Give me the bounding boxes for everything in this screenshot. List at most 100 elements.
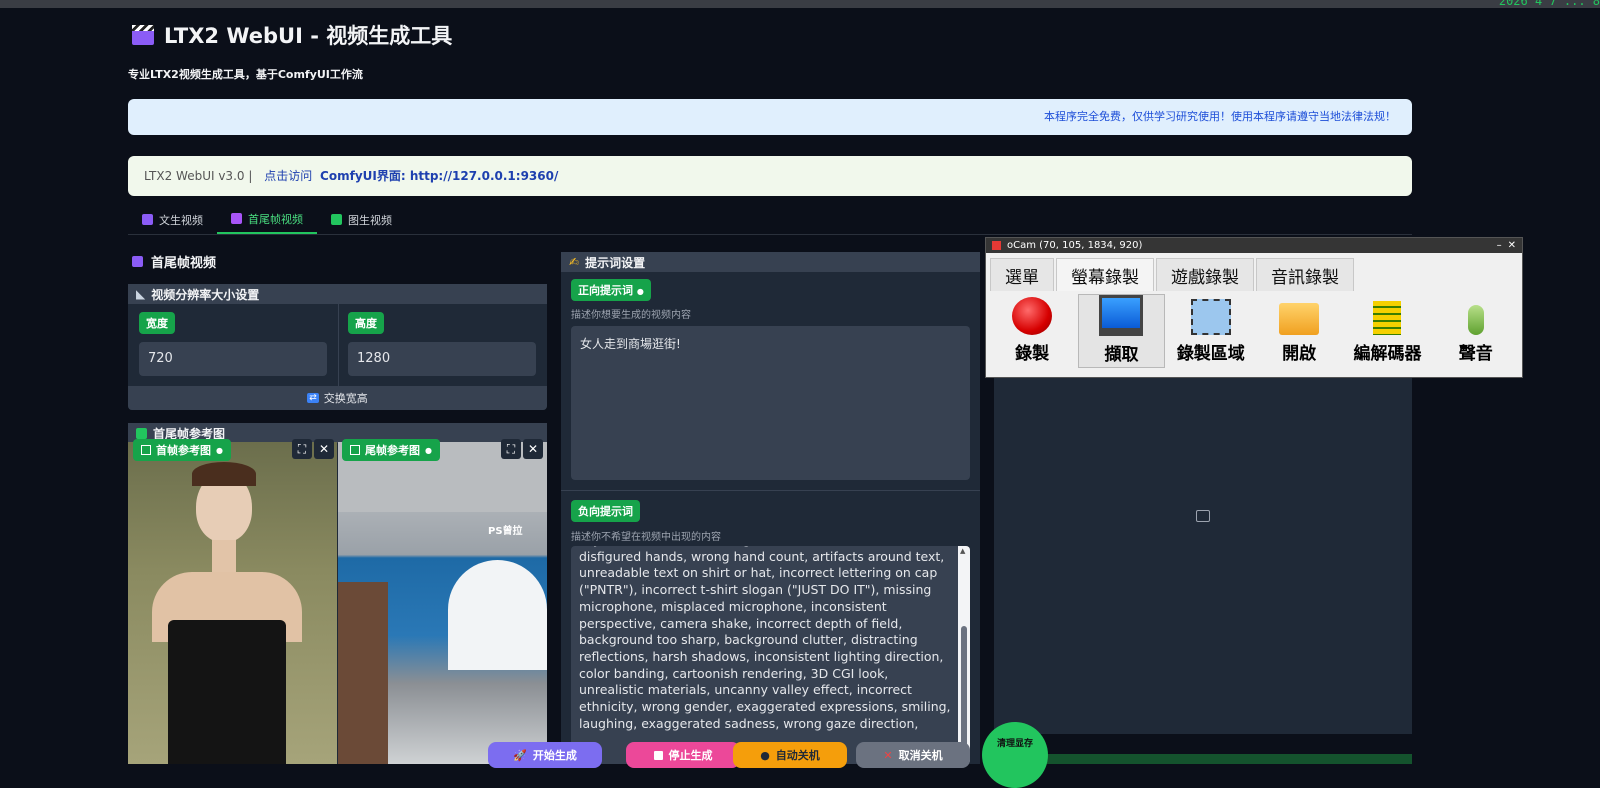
wall-sign-text: PS曾拉 <box>488 526 523 537</box>
fullscreen-icon[interactable]: ⛶ <box>292 439 312 459</box>
first-frame-image[interactable] <box>128 442 337 764</box>
ocam-tab-game-record[interactable]: 遊戲錄製 <box>1156 258 1254 291</box>
required-dot-icon: ● <box>425 445 432 455</box>
clapperboard-icon <box>142 214 153 225</box>
rocket-icon: 🚀 <box>513 748 527 762</box>
stop-label: 停止生成 <box>668 749 713 762</box>
tab-image-to-video[interactable]: 图生视频 <box>317 205 406 234</box>
hair-shape <box>192 462 256 486</box>
width-input[interactable]: 720 <box>139 342 327 376</box>
main-tabs: 文生视频 首尾帧视频 图生视频 <box>128 205 1412 235</box>
open-label: 開啟 <box>1282 344 1317 364</box>
divider <box>338 304 339 386</box>
positive-prompt-input[interactable]: 女人走到商場逛街! <box>571 326 970 480</box>
comfyui-link[interactable]: ComfyUI界面: http://127.0.0.1:9360/ <box>320 169 558 183</box>
height-input[interactable]: 1280 <box>348 342 536 376</box>
swap-dimensions-button[interactable]: ⇄ 交换宽高 <box>128 386 547 410</box>
cancel-shutdown-label: 取消关机 <box>898 749 943 762</box>
negative-badge: 负向提示词 <box>571 500 640 522</box>
fullscreen-icon[interactable]: ⛶ <box>501 439 521 459</box>
first-frame-label: 首帧参考图 ● <box>133 439 231 461</box>
cancel-shutdown-button[interactable]: ✕ 取消关机 <box>856 742 970 768</box>
open-button[interactable]: 開啟 <box>1257 294 1341 366</box>
status-bar <box>994 754 1412 764</box>
page-title-text: LTX2 WebUI - 视频生成工具 <box>164 24 453 48</box>
record-button[interactable]: 錄製 <box>990 294 1074 366</box>
ocam-tab-audio-record[interactable]: 音訊錄製 <box>1256 258 1354 291</box>
image-placeholder-icon <box>1196 510 1210 522</box>
tab-text-to-video[interactable]: 文生视频 <box>128 205 217 234</box>
system-clock-text: 2026 4 7 ... 8 <box>1498 0 1600 8</box>
negative-prompt-input[interactable]: asymmetrical face, missing facial featur… <box>571 546 970 764</box>
area-select-icon <box>1190 299 1231 335</box>
film-strip-icon <box>1373 301 1402 335</box>
first-frame-actions: ⛶ ✕ <box>292 439 334 459</box>
tab-label: 文生视频 <box>159 213 203 227</box>
last-frame-actions: ⛶ ✕ <box>501 439 543 459</box>
section-title: 首尾帧视频 <box>132 252 216 271</box>
arch-shape <box>448 560 547 670</box>
sound-label: 聲音 <box>1458 344 1493 364</box>
tab-label: 图生视频 <box>348 213 392 227</box>
page-subtitle: 专业LTX2视频生成工具，基于ComfyUI工作流 <box>128 68 363 81</box>
image-icon <box>350 445 360 455</box>
resolution-panel-title: 视频分辨率大小设置 <box>151 287 260 302</box>
ruler-icon: ◣ <box>136 287 146 301</box>
record-area-label: 錄製區域 <box>1176 344 1245 364</box>
scrollbar[interactable]: ▲ <box>958 546 970 764</box>
image-icon <box>331 214 342 225</box>
comfy-link-prefix: 点击访问 <box>264 169 313 183</box>
close-icon[interactable]: ✕ <box>1508 240 1516 251</box>
auto-shutdown-button[interactable]: ● 自动关机 <box>733 742 847 768</box>
last-frame-image[interactable]: PS曾拉 <box>338 442 547 764</box>
prompt-panel-title: 提示词设置 <box>585 255 646 270</box>
required-dot-icon: ● <box>216 445 223 455</box>
writing-hand-icon: ✍ <box>569 255 580 269</box>
record-icon <box>1012 297 1053 335</box>
ocam-window: oCam (70, 105, 1834, 920) – ✕ 選單 螢幕錄製 遊戲… <box>985 237 1523 378</box>
capture-button[interactable]: 擷取 <box>1078 294 1165 368</box>
minimize-icon[interactable]: – <box>1497 240 1502 251</box>
width-badge: 宽度 <box>139 312 175 334</box>
negative-prompt-label: 负向提示词 <box>571 500 640 522</box>
height-label: 高度 <box>348 312 384 334</box>
clapperboard-icon <box>132 25 154 45</box>
scrollbar-thumb[interactable] <box>961 626 967 756</box>
black-dress-shape <box>168 620 286 764</box>
stop-generation-button[interactable]: 停止生成 <box>626 742 740 768</box>
tab-first-last-frame-video[interactable]: 首尾帧视频 <box>217 205 317 234</box>
license-notice: 本程序完全免费，仅供学习研究使用！使用本程序请遵守当地法律法规！ <box>128 99 1412 135</box>
close-icon[interactable]: ✕ <box>314 439 334 459</box>
start-generation-button[interactable]: 🚀 开始生成 <box>488 742 602 768</box>
codec-button[interactable]: 編解碼器 <box>1345 294 1429 366</box>
negative-prompt-hint: 描述你不希望在视频中出现的内容 <box>571 532 721 543</box>
scroll-up-icon[interactable]: ▲ <box>960 547 965 555</box>
positive-badge-text: 正向提示词 <box>578 284 633 297</box>
positive-prompt-hint: 描述你想要生成的视频内容 <box>571 310 691 321</box>
ocam-tab-menu[interactable]: 選單 <box>990 258 1054 291</box>
film-icon <box>231 213 242 224</box>
divider <box>561 490 980 491</box>
close-icon[interactable]: ✕ <box>523 439 543 459</box>
auto-shutdown-label: 自动关机 <box>775 749 820 762</box>
version-text: LTX2 WebUI v3.0 | <box>144 169 253 183</box>
record-area-button[interactable]: 錄製區域 <box>1169 294 1253 366</box>
prompt-panel-header: ✍ 提示词设置 <box>561 252 980 272</box>
negative-prompt-text: asymmetrical face, missing facial featur… <box>579 546 951 731</box>
image-icon <box>141 445 151 455</box>
sound-button[interactable]: 聲音 <box>1434 294 1518 366</box>
start-label: 开始生成 <box>532 749 577 762</box>
ocam-title: oCam (70, 105, 1834, 920) <box>1007 240 1143 251</box>
ocam-tab-screen-record[interactable]: 螢幕錄製 <box>1056 258 1154 291</box>
codec-label: 編解碼器 <box>1353 344 1422 364</box>
version-banner: LTX2 WebUI v3.0 | 点击访问 ComfyUI界面: http:/… <box>128 156 1412 196</box>
ocam-tabs: 選單 螢幕錄製 遊戲錄製 音訊錄製 <box>986 253 1522 291</box>
monitor-icon <box>1099 295 1144 336</box>
railing-shape <box>338 582 388 764</box>
resolution-panel-header: ◣ 视频分辨率大小设置 <box>128 284 547 304</box>
swap-button-label: 交换宽高 <box>323 392 368 405</box>
record-label: 錄製 <box>1015 344 1050 364</box>
clear-vram-button[interactable]: 清理显存 <box>982 722 1048 788</box>
swap-icon: ⇄ <box>307 393 319 403</box>
width-label: 宽度 <box>139 312 175 334</box>
